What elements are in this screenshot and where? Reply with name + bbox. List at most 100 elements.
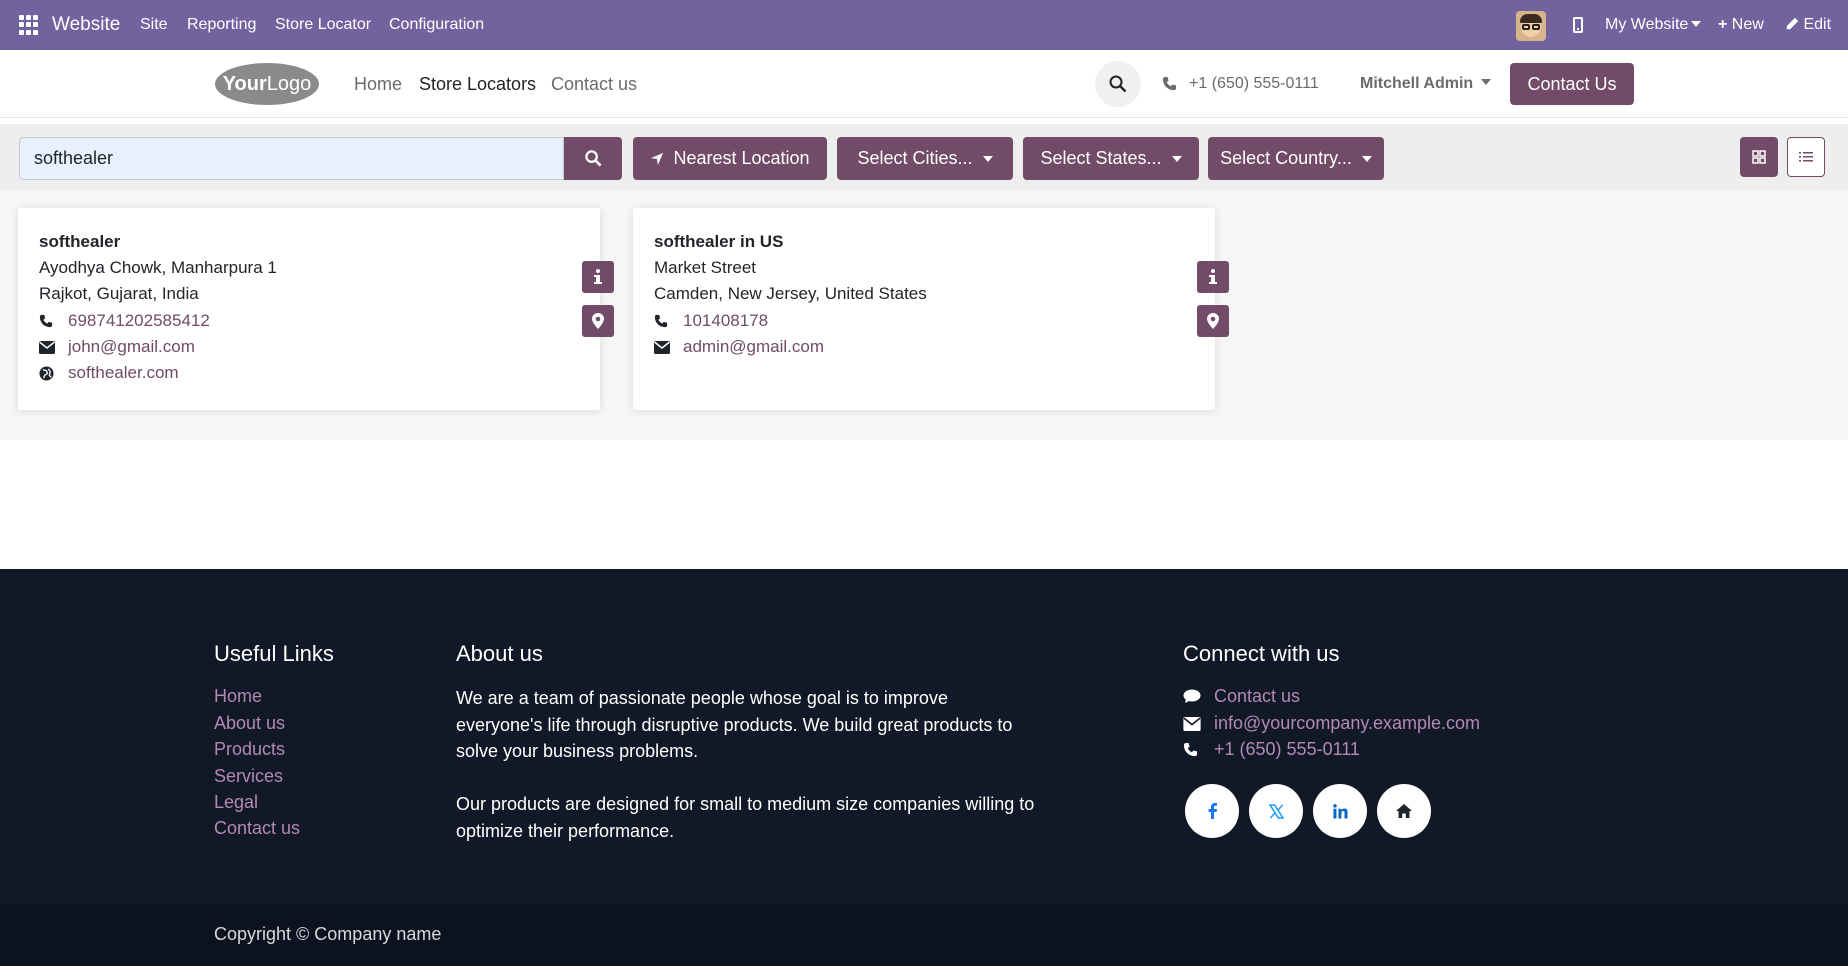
store-street: Ayodhya Chowk, Manharpura 1 bbox=[39, 258, 277, 277]
apps-grid-icon[interactable] bbox=[19, 15, 39, 35]
site-footer: Useful Links Home About us Products Serv… bbox=[0, 569, 1848, 904]
store-website[interactable]: softhealer.com bbox=[39, 363, 179, 383]
store-city-line: Rajkot, Gujarat, India bbox=[39, 284, 199, 303]
website-switcher[interactable]: My Website bbox=[1605, 16, 1702, 34]
header-phone[interactable]: +1 (650) 555-0111 bbox=[1189, 75, 1319, 93]
map-marker-icon bbox=[1207, 313, 1219, 329]
admin-menu-site[interactable]: Site bbox=[140, 16, 168, 34]
caret-down-icon bbox=[1361, 155, 1372, 162]
svg-text:YourLogo: YourLogo bbox=[223, 73, 312, 95]
location-arrow-icon bbox=[651, 152, 664, 165]
footer-link-home[interactable]: Home bbox=[214, 686, 262, 707]
home-button[interactable] bbox=[1377, 784, 1431, 838]
plus-icon: + bbox=[1718, 16, 1728, 33]
store-email-text: admin@gmail.com bbox=[683, 337, 825, 356]
list-view-icon bbox=[1799, 152, 1813, 162]
grid-view-button[interactable] bbox=[1740, 137, 1778, 177]
envelope-icon bbox=[654, 340, 670, 354]
admin-menu-configuration[interactable]: Configuration bbox=[389, 16, 484, 34]
linkedin-button[interactable] bbox=[1313, 784, 1367, 838]
store-email-text: john@gmail.com bbox=[68, 337, 195, 356]
logo-image: YourLogo bbox=[215, 63, 319, 105]
footer-phone-label: +1 (650) 555-0111 bbox=[1214, 739, 1360, 759]
info-icon bbox=[1209, 269, 1217, 284]
new-button-label: New bbox=[1731, 16, 1764, 33]
select-country-label: Select Country... bbox=[1220, 148, 1352, 168]
caret-down-icon bbox=[1171, 155, 1182, 162]
envelope-icon bbox=[39, 340, 55, 354]
nearest-location-button[interactable]: Nearest Location bbox=[633, 137, 827, 180]
phone-icon bbox=[654, 314, 670, 328]
caret-down-icon bbox=[1481, 79, 1492, 85]
nav-contact-us[interactable]: Contact us bbox=[551, 74, 637, 95]
new-button[interactable]: + New bbox=[1718, 16, 1764, 34]
twitter-button[interactable] bbox=[1249, 784, 1303, 838]
phone-icon bbox=[1162, 76, 1177, 91]
about-us-paragraph: We are a team of passionate people whose… bbox=[456, 688, 1013, 761]
copyright-bar: Copyright © Company name bbox=[0, 904, 1848, 966]
info-icon bbox=[594, 269, 602, 284]
select-states-dropdown[interactable]: Select States... bbox=[1023, 137, 1199, 180]
store-map-button[interactable] bbox=[582, 305, 614, 337]
select-cities-label: Select Cities... bbox=[857, 148, 973, 168]
store-card[interactable]: softhealer Ayodhya Chowk, Manharpura 1 R… bbox=[18, 208, 614, 410]
website-switcher-label: My Website bbox=[1605, 16, 1689, 33]
nearest-location-label: Nearest Location bbox=[673, 148, 810, 168]
footer-link-legal[interactable]: Legal bbox=[214, 792, 258, 813]
store-email[interactable]: admin@gmail.com bbox=[654, 337, 824, 357]
select-country-dropdown[interactable]: Select Country... bbox=[1208, 137, 1384, 180]
footer-contact-label: Contact us bbox=[1214, 686, 1301, 706]
store-search-button[interactable] bbox=[564, 137, 622, 180]
globe-icon bbox=[39, 365, 55, 381]
facebook-icon bbox=[1208, 803, 1217, 819]
contact-us-button[interactable]: Contact Us bbox=[1510, 63, 1634, 105]
store-info-button[interactable] bbox=[1197, 261, 1229, 293]
about-us-heading: About us bbox=[456, 641, 543, 666]
copyright-text: Copyright © Company name bbox=[214, 924, 442, 944]
caret-down-icon bbox=[982, 155, 993, 162]
store-phone[interactable]: 101408178 bbox=[654, 311, 768, 331]
user-menu[interactable]: Mitchell Admin bbox=[1360, 75, 1492, 93]
grid-view-icon bbox=[1752, 150, 1766, 164]
select-cities-dropdown[interactable]: Select Cities... bbox=[837, 137, 1013, 180]
admin-menu-store-locator[interactable]: Store Locator bbox=[275, 16, 371, 34]
header-search-button[interactable] bbox=[1095, 61, 1141, 107]
nav-store-locators[interactable]: Store Locators bbox=[419, 74, 536, 95]
nav-home[interactable]: Home bbox=[354, 74, 402, 95]
footer-email-link[interactable]: info@yourcompany.example.com bbox=[1183, 713, 1480, 734]
facebook-button[interactable] bbox=[1185, 784, 1239, 838]
footer-phone-link[interactable]: +1 (650) 555-0111 bbox=[1183, 739, 1360, 760]
app-title[interactable]: Website bbox=[52, 14, 120, 36]
user-avatar[interactable] bbox=[1516, 11, 1546, 41]
admin-top-bar: Website Site Reporting Store Locator Con… bbox=[0, 0, 1848, 50]
store-card[interactable]: softhealer in US Market Street Camden, N… bbox=[633, 208, 1229, 410]
about-us-paragraph-2: Our products are designed for small to m… bbox=[456, 794, 1035, 841]
footer-contact-link[interactable]: Contact us bbox=[1183, 686, 1300, 707]
select-states-label: Select States... bbox=[1040, 148, 1162, 168]
store-map-button[interactable] bbox=[1197, 305, 1229, 337]
footer-link-products[interactable]: Products bbox=[214, 739, 285, 760]
store-name: softhealer bbox=[39, 232, 121, 251]
phone-icon bbox=[39, 314, 55, 328]
phone-icon bbox=[1183, 742, 1203, 757]
store-email[interactable]: john@gmail.com bbox=[39, 337, 195, 357]
linkedin-icon bbox=[1332, 803, 1348, 819]
connect-heading: Connect with us bbox=[1183, 641, 1340, 666]
site-logo[interactable]: YourLogo bbox=[214, 62, 320, 106]
store-info-button[interactable] bbox=[582, 261, 614, 293]
search-icon bbox=[585, 150, 602, 167]
footer-link-services[interactable]: Services bbox=[214, 766, 283, 787]
mobile-preview-icon[interactable] bbox=[1573, 17, 1583, 33]
list-view-button[interactable] bbox=[1787, 137, 1825, 177]
search-icon bbox=[1109, 75, 1127, 93]
store-phone[interactable]: 698741202585412 bbox=[39, 311, 210, 331]
store-city-line: Camden, New Jersey, United States bbox=[654, 284, 927, 303]
edit-button[interactable]: Edit bbox=[1786, 16, 1831, 34]
store-search-input[interactable] bbox=[19, 137, 564, 180]
admin-menu-reporting[interactable]: Reporting bbox=[187, 16, 256, 34]
comment-icon bbox=[1183, 689, 1203, 704]
x-twitter-icon bbox=[1268, 803, 1284, 819]
footer-link-about-us[interactable]: About us bbox=[214, 713, 285, 734]
pencil-icon bbox=[1786, 17, 1799, 30]
footer-link-contact-us[interactable]: Contact us bbox=[214, 818, 300, 839]
